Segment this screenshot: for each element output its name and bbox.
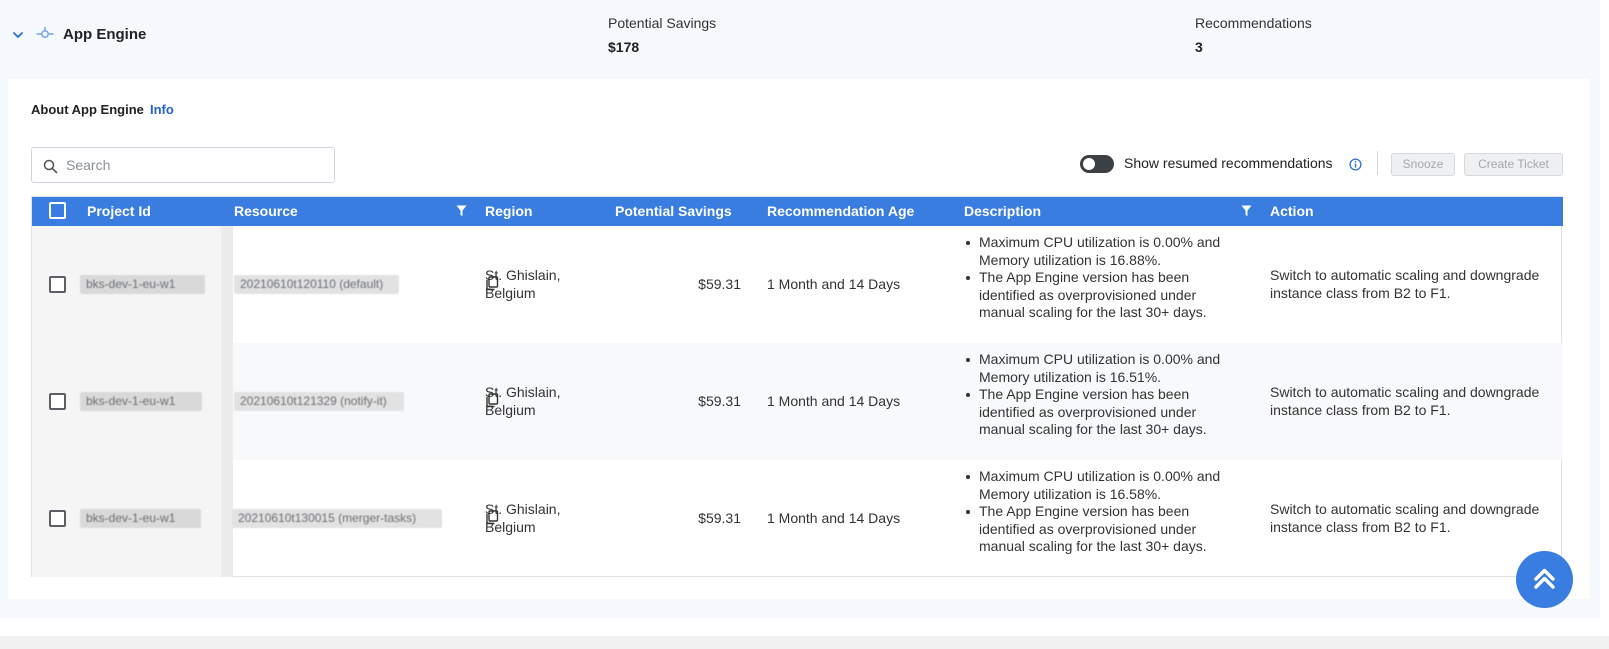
table-row[interactable]: bks-dev-1-eu-w1 20210610t130015 (merger-… xyxy=(32,460,1563,577)
column-header-action[interactable]: Action xyxy=(1270,203,1314,219)
recommendation-age: 1 Month and 14 Days xyxy=(767,510,901,526)
filter-icon[interactable] xyxy=(456,205,467,217)
row-checkbox[interactable] xyxy=(49,276,66,293)
action-text: Switch to automatic scaling and downgrad… xyxy=(1270,501,1540,535)
select-all-checkbox[interactable] xyxy=(49,202,66,219)
recommendation-age: 1 Month and 14 Days xyxy=(767,393,901,409)
show-resumed-toggle[interactable] xyxy=(1080,155,1114,173)
row-potential-savings: $59.31 xyxy=(698,393,741,409)
toolbar-divider xyxy=(1377,151,1378,175)
about-label: About App Engine xyxy=(31,102,144,117)
chevron-down-icon[interactable] xyxy=(11,28,25,42)
service-title: App Engine xyxy=(63,26,147,43)
snooze-button[interactable]: Snooze xyxy=(1391,153,1455,176)
region: St. Ghislain, Belgium xyxy=(485,501,561,535)
action-text: Switch to automatic scaling and downgrad… xyxy=(1270,384,1540,418)
description-item: The App Engine version has been identifi… xyxy=(964,503,1239,556)
scroll-to-top-button[interactable] xyxy=(1516,551,1573,608)
recommendations-label: Recommendations xyxy=(1195,15,1312,31)
search-input[interactable] xyxy=(66,154,326,176)
info-icon[interactable] xyxy=(1349,158,1362,171)
column-header-resource[interactable]: Resource xyxy=(234,203,298,219)
recommendation-age: 1 Month and 14 Days xyxy=(767,276,901,292)
potential-savings-label: Potential Savings xyxy=(608,15,717,31)
potential-savings-value: $178 xyxy=(608,39,640,55)
project-id: bks-dev-1-eu-w1 xyxy=(80,392,202,411)
column-separator xyxy=(221,226,233,343)
column-header-project-id[interactable]: Project Id xyxy=(87,203,151,219)
info-link[interactable]: Info xyxy=(150,102,174,117)
column-separator xyxy=(221,343,233,460)
show-resumed-label: Show resumed recommendations xyxy=(1124,155,1333,171)
table-row[interactable]: bks-dev-1-eu-w1 20210610t121329 (notify-… xyxy=(32,343,1563,460)
toggle-knob xyxy=(1083,158,1095,170)
table-header: Project Id Resource Region Potential Sav… xyxy=(32,197,1563,226)
description: Maximum CPU utilization is 0.00% and Mem… xyxy=(964,351,1239,439)
region: St. Ghislain, Belgium xyxy=(485,267,561,301)
app-engine-icon xyxy=(36,27,54,39)
scroll-to-top-icon xyxy=(1534,568,1555,589)
resource-name: 20210610t130015 (merger-tasks) xyxy=(232,509,442,528)
filter-icon[interactable] xyxy=(1241,205,1252,217)
row-potential-savings: $59.31 xyxy=(698,510,741,526)
column-header-description[interactable]: Description xyxy=(964,203,1041,219)
action-text: Switch to automatic scaling and downgrad… xyxy=(1270,267,1540,301)
description-item: Maximum CPU utilization is 0.00% and Mem… xyxy=(964,468,1239,503)
table-row[interactable]: bks-dev-1-eu-w1 20210610t120110 (default… xyxy=(32,226,1563,343)
recommendations-value: 3 xyxy=(1195,39,1203,55)
description-item: Maximum CPU utilization is 0.00% and Mem… xyxy=(964,351,1239,386)
description-item: The App Engine version has been identifi… xyxy=(964,269,1239,322)
resource-name: 20210610t120110 (default) xyxy=(234,275,399,294)
project-id: bks-dev-1-eu-w1 xyxy=(80,509,201,528)
search-box[interactable] xyxy=(31,147,335,183)
next-section-edge xyxy=(0,636,1609,649)
row-checkbox[interactable] xyxy=(49,510,66,527)
row-potential-savings: $59.31 xyxy=(698,276,741,292)
description: Maximum CPU utilization is 0.00% and Mem… xyxy=(964,468,1239,556)
column-header-region[interactable]: Region xyxy=(485,203,532,219)
search-icon xyxy=(43,159,58,174)
recommendations-table: Project Id Resource Region Potential Sav… xyxy=(31,196,1563,577)
service-header[interactable]: App Engine Potential Savings $178 Recomm… xyxy=(0,0,1600,78)
description-item: Maximum CPU utilization is 0.00% and Mem… xyxy=(964,234,1239,269)
row-checkbox[interactable] xyxy=(49,393,66,410)
region: St. Ghislain, Belgium xyxy=(485,384,561,418)
column-header-potential-savings[interactable]: Potential Savings xyxy=(615,203,732,219)
description: Maximum CPU utilization is 0.00% and Mem… xyxy=(964,234,1239,322)
description-item: The App Engine version has been identifi… xyxy=(964,386,1239,439)
column-header-recommendation-age[interactable]: Recommendation Age xyxy=(767,203,914,219)
project-id: bks-dev-1-eu-w1 xyxy=(80,275,205,294)
create-ticket-button[interactable]: Create Ticket xyxy=(1464,153,1563,176)
resource-name: 20210610t121329 (notify-it) xyxy=(234,392,404,411)
